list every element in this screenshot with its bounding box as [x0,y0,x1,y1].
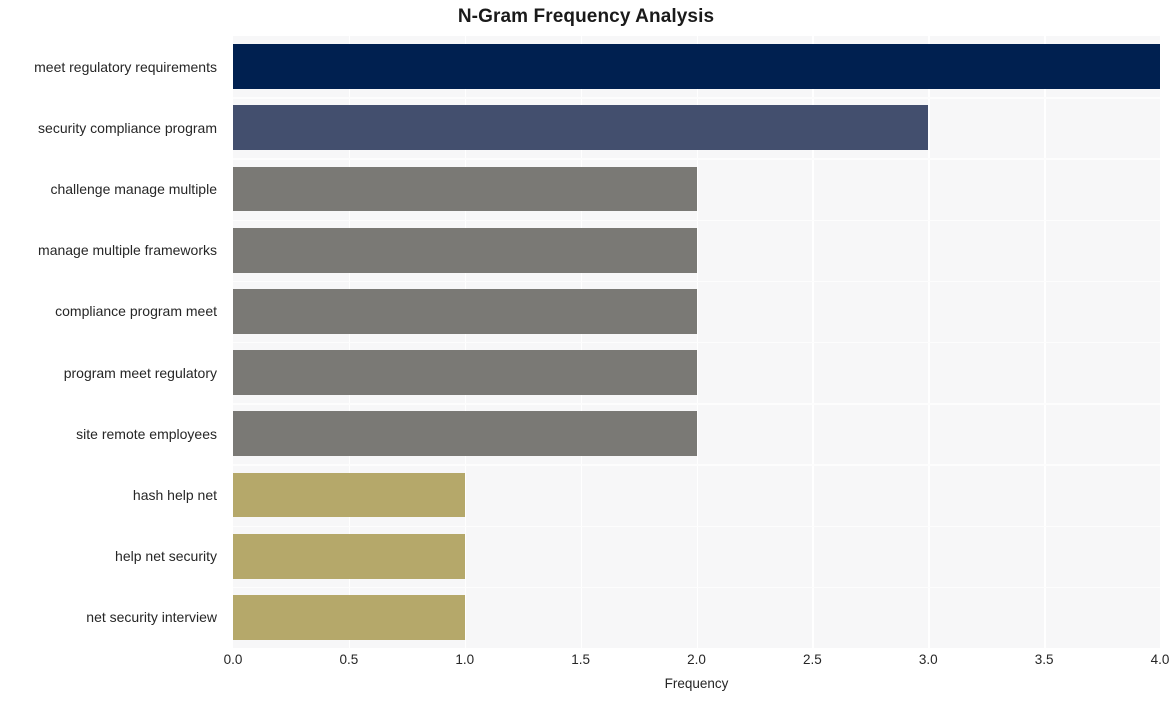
y-axis-tick-label: help net security [115,548,217,565]
horizontal-gridline [233,586,1160,589]
y-axis-tick-label: meet regulatory requirements [34,58,217,75]
x-axis-tick-label: 0.0 [223,652,243,667]
bar [233,533,465,579]
x-axis-tick-label: 3.5 [1034,652,1054,667]
x-axis-tick-label: 3.0 [918,652,938,667]
x-axis-tick-labels: 0.0 0.5 1.0 1.5 2.0 2.5 3.0 3.5 4.0 [224,652,1170,675]
horizontal-gridline [233,525,1160,527]
y-axis-tick-label: program meet regulatory [63,364,217,381]
chart-figure: N-Gram Frequency Analysis meet regulator… [0,0,1172,701]
x-axis-label: Frequency [664,676,729,691]
y-axis-tick-labels: meet regulatory requirements security com… [0,36,225,648]
x-axis-tick-label: 4.0 [1150,652,1170,667]
horizontal-gridline [233,97,1160,99]
bar [233,472,465,518]
y-axis-tick-label: site remote employees [76,425,217,442]
x-axis-tick-label: 2.5 [802,652,822,667]
y-axis-tick-label: manage multiple frameworks [38,242,217,259]
plot-area [233,36,1160,648]
bar [233,594,465,640]
bar [233,44,1160,90]
bar [233,166,697,212]
bar [233,288,697,334]
horizontal-gridline [233,342,1160,344]
chart-title: N-Gram Frequency Analysis [457,6,715,27]
horizontal-gridline [233,464,1160,466]
x-axis-tick-label: 2.0 [687,652,706,667]
y-axis-tick-label: hash help net [132,487,217,503]
y-axis-tick-label: net security interview [86,609,217,626]
y-axis-tick-label: security compliance program [38,119,217,136]
horizontal-gridline [233,158,1160,160]
bar [233,227,697,273]
horizontal-gridline [233,403,1160,405]
bar [233,105,929,151]
horizontal-gridline [233,219,1160,221]
x-axis-tick-label: 0.5 [339,652,359,667]
y-axis-tick-label: compliance program meet [55,303,217,320]
x-axis-tick-label: 1.0 [455,652,475,667]
x-axis-tick-label: 1.5 [571,652,591,667]
bar [233,411,697,457]
y-axis-tick-label: challenge manage multiple [50,181,217,197]
horizontal-gridline [233,280,1160,283]
bar [233,350,697,396]
